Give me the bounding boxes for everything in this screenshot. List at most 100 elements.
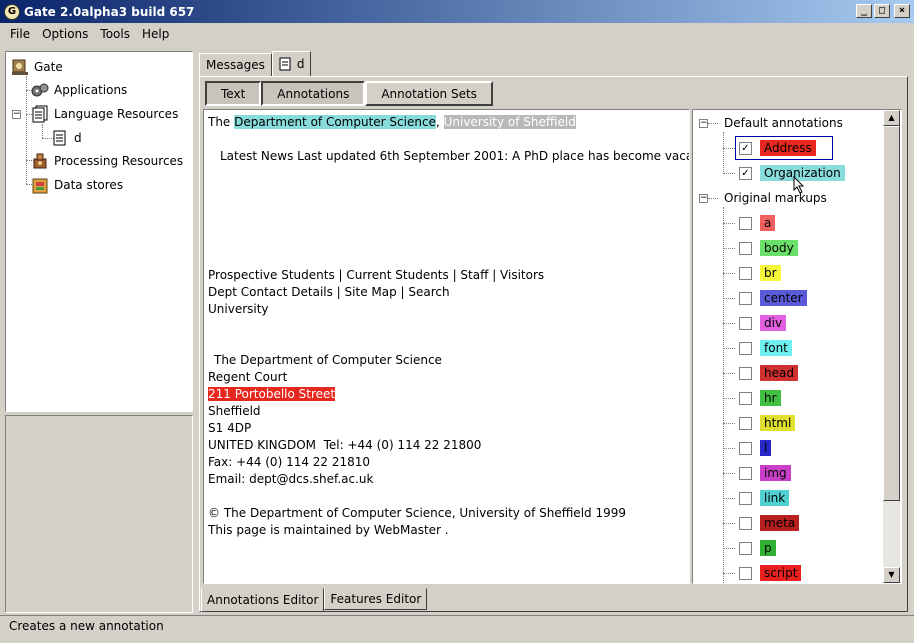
annotation-type-img[interactable]: img <box>723 463 791 483</box>
resource-details-panel <box>5 415 193 613</box>
set-original-markups[interactable]: Original markups <box>724 188 827 208</box>
gate-root-icon <box>10 58 30 76</box>
address-highlight[interactable]: 211 Portobello Street <box>208 387 336 401</box>
annotation-type-label: img <box>760 465 791 481</box>
set-default-annotations[interactable]: Default annotations <box>724 113 843 133</box>
visibility-checkbox[interactable] <box>739 416 752 430</box>
visibility-checkbox[interactable] <box>739 441 752 455</box>
selection-highlight[interactable]: University of Sheffield <box>443 115 576 129</box>
annotation-type-body[interactable]: body <box>723 238 798 258</box>
mouse-cursor-icon <box>793 175 805 194</box>
toggle-annotation-sets[interactable]: Annotation Sets <box>365 81 493 106</box>
annotation-type-label: center <box>760 290 807 306</box>
tree-item-applications[interactable]: Applications <box>30 81 127 99</box>
tab-annotations-editor[interactable]: Annotations Editor <box>201 588 325 612</box>
visibility-checkbox[interactable]: ✓ <box>739 166 752 180</box>
toggle-text[interactable]: Text <box>205 81 262 106</box>
tree-item-processing-resources[interactable]: Processing Resources <box>30 152 183 170</box>
tree-connector <box>723 473 735 474</box>
tree-connector <box>723 173 735 174</box>
document-text-area[interactable]: The Department of Computer Science, Univ… <box>203 109 690 584</box>
annotation-type-a[interactable]: a <box>723 213 776 233</box>
visibility-checkbox[interactable] <box>739 341 752 355</box>
annotation-sets-scrollbar[interactable]: ▲ ▼ <box>883 110 900 583</box>
visibility-checkbox[interactable] <box>739 291 752 305</box>
visibility-checkbox[interactable] <box>739 241 752 255</box>
tree-root-gate[interactable]: Gate <box>10 58 63 76</box>
visibility-checkbox[interactable] <box>739 566 752 580</box>
bottom-tab-bar: Annotations Editor Features Editor <box>201 588 428 612</box>
collapse-toggle[interactable]: − <box>12 110 21 119</box>
annotation-type-head[interactable]: head <box>723 363 798 383</box>
tree-connector <box>723 448 735 449</box>
menu-options[interactable]: Options <box>36 27 94 41</box>
text-line-addr2: Regent Court <box>208 370 288 384</box>
tab-document-d[interactable]: d <box>271 51 312 77</box>
processor-icon <box>30 152 50 170</box>
annotation-type-html[interactable]: html <box>723 413 796 433</box>
documents-icon <box>30 105 50 123</box>
annotation-type-font[interactable]: font <box>723 338 792 358</box>
annotation-type-center[interactable]: center <box>723 288 807 308</box>
text-line-addr4: Sheffield <box>208 404 261 418</box>
annotation-type-label: body <box>760 240 798 256</box>
annotation-type-label: a <box>760 215 776 231</box>
tree-item-d[interactable]: d <box>50 129 82 147</box>
annotation-type-br[interactable]: br <box>723 263 781 283</box>
toggle-annotations[interactable]: Annotations <box>261 81 366 106</box>
annotation-type-script[interactable]: script <box>723 563 802 583</box>
visibility-checkbox[interactable] <box>739 266 752 280</box>
visibility-checkbox[interactable] <box>739 366 752 380</box>
tree-item-label: Language Resources <box>54 107 179 121</box>
scroll-down-button[interactable]: ▼ <box>883 567 900 583</box>
menu-help[interactable]: Help <box>136 27 175 41</box>
menu-file[interactable]: File <box>4 27 36 41</box>
visibility-checkbox[interactable] <box>739 491 752 505</box>
annotation-type-label: html <box>760 415 796 431</box>
visibility-checkbox[interactable] <box>739 466 752 480</box>
tree-item-language-resources[interactable]: Language Resources <box>30 105 178 123</box>
tab-features-editor[interactable]: Features Editor <box>324 588 428 610</box>
close-button[interactable]: × <box>894 4 910 18</box>
collapse-toggle[interactable]: − <box>699 119 708 128</box>
tree-item-label: Data stores <box>54 178 124 192</box>
annotation-type-l[interactable]: l <box>723 438 772 458</box>
text-line-addr8: Email: dept@dcs.shef.ac.uk <box>208 472 374 486</box>
status-bar: Creates a new annotation <box>0 615 914 635</box>
tree-connector <box>723 373 735 374</box>
annotation-type-link[interactable]: link <box>723 488 790 508</box>
maximize-button[interactable]: □ <box>874 4 890 18</box>
organization-highlight[interactable]: Department of Computer Science <box>234 115 436 129</box>
toggle-label: Text <box>221 86 246 101</box>
tree-item-data-stores[interactable]: Data stores <box>30 176 123 194</box>
visibility-checkbox[interactable] <box>739 541 752 555</box>
annotation-type-label: link <box>760 490 790 506</box>
menu-tools[interactable]: Tools <box>94 27 136 41</box>
collapse-toggle[interactable]: − <box>699 194 708 203</box>
scroll-thumb[interactable] <box>883 126 900 501</box>
annotation-type-organization[interactable]: ✓ Organization <box>723 163 845 183</box>
visibility-checkbox[interactable] <box>739 316 752 330</box>
text-line-addr3: 211 Portobello Street <box>208 387 336 401</box>
resource-tree: − Gate Applications Language Resources d… <box>5 51 193 412</box>
minimize-button[interactable]: _ <box>856 4 872 18</box>
text-line-addr7: Fax: +44 (0) 114 22 21810 <box>208 455 371 469</box>
annotation-type-meta[interactable]: meta <box>723 513 800 533</box>
visibility-checkbox[interactable] <box>739 216 752 230</box>
tab-messages[interactable]: Messages <box>199 53 272 77</box>
tree-connector <box>723 248 735 249</box>
annotation-type-hr[interactable]: hr <box>723 388 781 408</box>
visibility-checkbox[interactable] <box>739 516 752 530</box>
annotation-type-label: meta <box>760 515 800 531</box>
visibility-checkbox[interactable] <box>739 391 752 405</box>
scroll-up-button[interactable]: ▲ <box>883 110 900 126</box>
annotation-type-div[interactable]: div <box>723 313 787 333</box>
tree-connector <box>723 573 735 574</box>
tree-connector <box>708 123 718 124</box>
tree-connector <box>723 298 735 299</box>
tree-connector <box>723 523 735 524</box>
text-span: , <box>435 115 444 129</box>
text-line-nav3: University <box>208 302 269 316</box>
annotation-type-label: font <box>760 340 792 356</box>
annotation-type-p[interactable]: p <box>723 538 776 558</box>
